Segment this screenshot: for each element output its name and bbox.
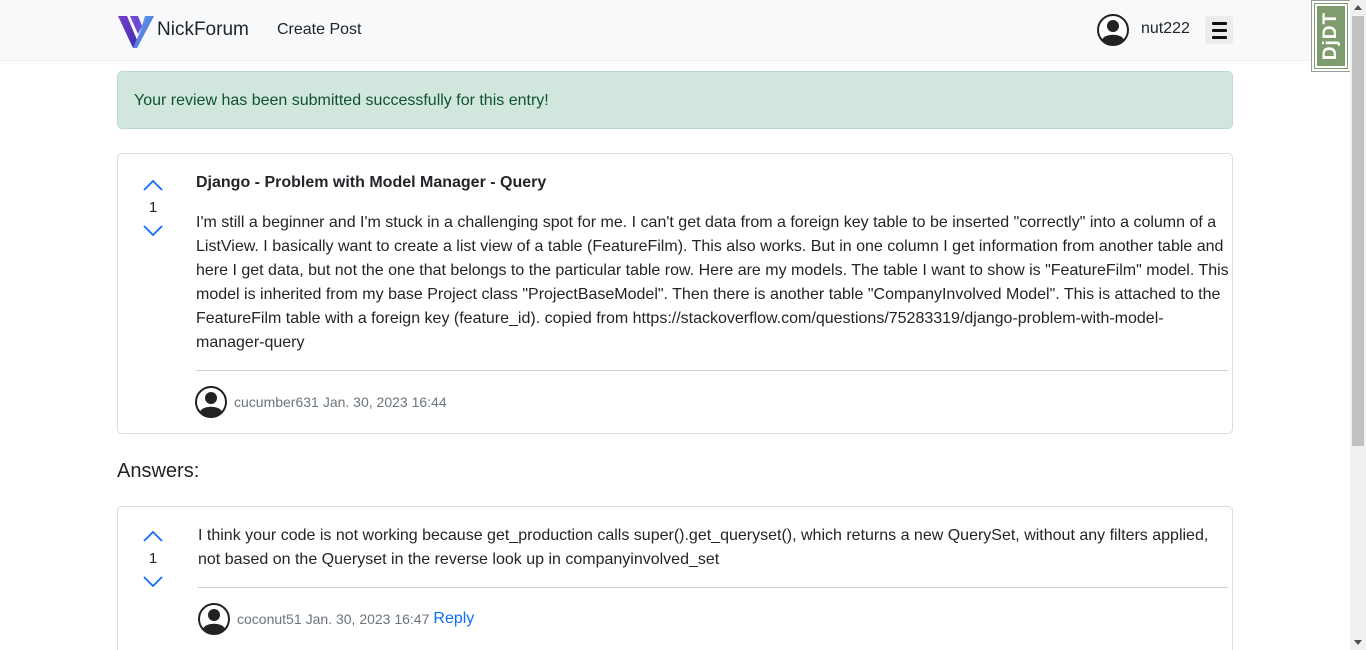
answer-meta: coconut51 Jan. 30, 2023 16:47 Reply bbox=[198, 603, 474, 635]
question-title: Django - Problem with Model Manager - Qu… bbox=[196, 174, 547, 191]
reply-link[interactable]: Reply bbox=[433, 610, 474, 628]
scroll-down-arrow-icon[interactable] bbox=[1354, 640, 1362, 645]
answer-vote-count: 1 bbox=[148, 550, 158, 567]
brand-name: NickForum bbox=[157, 18, 249, 40]
scroll-thumb[interactable] bbox=[1352, 16, 1364, 446]
author-avatar-icon[interactable] bbox=[198, 603, 230, 635]
page-scrollbar[interactable] bbox=[1350, 0, 1366, 650]
answer-author[interactable]: coconut51 bbox=[237, 611, 302, 627]
chevron-up-icon[interactable] bbox=[142, 529, 164, 543]
question-vote-count: 1 bbox=[148, 199, 158, 216]
navbar: NickForum Create Post nut222 bbox=[0, 0, 1350, 61]
question-vote-box: 1 bbox=[141, 178, 165, 238]
question-meta: cucumber631 Jan. 30, 2023 16:44 bbox=[195, 386, 447, 418]
debug-toolbar-badge: DjDT bbox=[1314, 3, 1348, 69]
chevron-down-icon[interactable] bbox=[142, 224, 164, 238]
answer-date: Jan. 30, 2023 16:47 bbox=[305, 611, 430, 627]
success-alert: Your review has been submitted successfu… bbox=[117, 71, 1233, 129]
question-date: Jan. 30, 2023 16:44 bbox=[322, 394, 447, 410]
author-avatar-icon[interactable] bbox=[195, 386, 227, 418]
chevron-up-icon[interactable] bbox=[142, 178, 164, 192]
question-author[interactable]: cucumber631 bbox=[234, 394, 319, 410]
question-divider bbox=[196, 370, 1228, 371]
answer-divider bbox=[198, 587, 1228, 588]
scroll-up-arrow-icon[interactable] bbox=[1354, 5, 1362, 10]
answer-body: I think your code is not working because… bbox=[198, 527, 1209, 568]
hamburger-menu-icon[interactable] bbox=[1205, 16, 1233, 44]
answer-vote-box: 1 bbox=[141, 529, 165, 589]
create-post-link[interactable]: Create Post bbox=[277, 21, 361, 39]
question-card: 1 Django - Problem with Model Manager - … bbox=[117, 153, 1233, 434]
answers-heading: Answers: bbox=[117, 460, 200, 482]
alert-message: Your review has been submitted successfu… bbox=[134, 92, 549, 109]
debug-toolbar-label: DjDT bbox=[1320, 11, 1342, 61]
username-label[interactable]: nut222 bbox=[1141, 20, 1190, 38]
debug-toolbar-handle[interactable]: DjDT bbox=[1311, 0, 1351, 72]
chevron-down-icon[interactable] bbox=[142, 575, 164, 589]
brand-logo-icon bbox=[118, 16, 154, 48]
answer-card: 1 I think your code is not working becau… bbox=[117, 506, 1233, 650]
brand-link[interactable]: NickForum bbox=[118, 14, 249, 48]
question-body: I'm still a beginner and I'm stuck in a … bbox=[196, 214, 1229, 351]
user-avatar-icon[interactable] bbox=[1097, 14, 1129, 46]
